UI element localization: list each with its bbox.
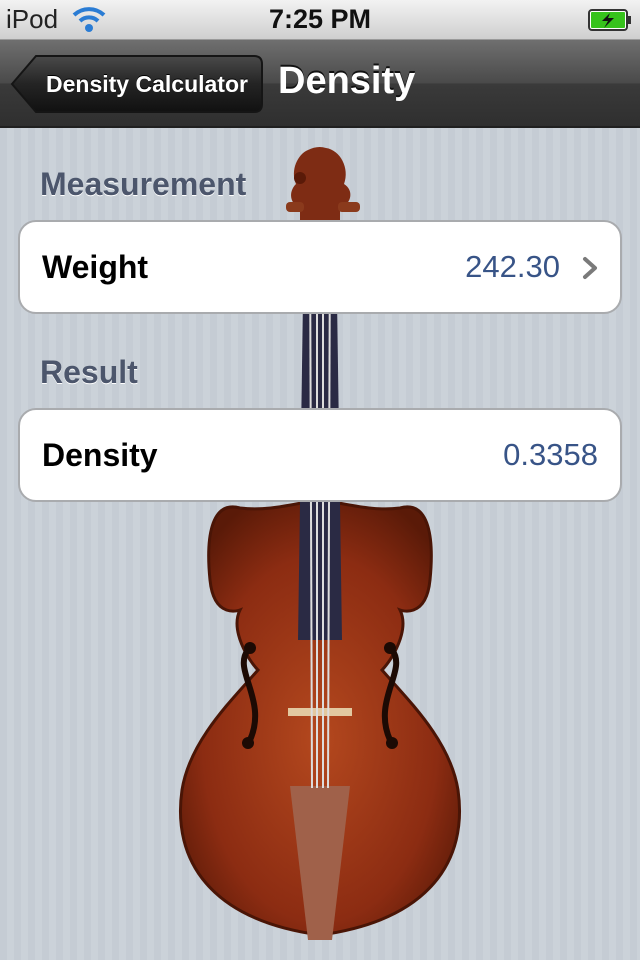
chevron-right-icon (583, 257, 597, 279)
weight-row[interactable]: Weight 242.30 (18, 220, 622, 314)
section-header-result: Result (40, 354, 138, 390)
page-title: Density (278, 60, 416, 102)
density-value: 0.3358 (503, 437, 598, 472)
navigation-bar: Density Calculator Density (0, 40, 640, 128)
status-time: 7:25 PM (268, 4, 372, 34)
density-row: Density 0.3358 (18, 408, 622, 502)
section-header-measurement: Measurement (40, 166, 247, 202)
battery-charging-icon (588, 9, 631, 31)
weight-value: 242.30 (465, 249, 560, 284)
back-button-label: Density Calculator (46, 71, 248, 97)
back-button[interactable]: Density Calculator (10, 54, 264, 114)
status-bar: iPod 7:25 PM (0, 0, 640, 40)
weight-label: Weight (42, 249, 149, 285)
density-label: Density (42, 437, 158, 473)
